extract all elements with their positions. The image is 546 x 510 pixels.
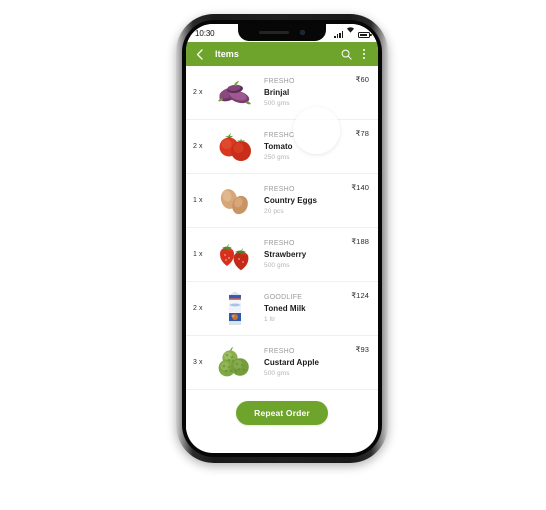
item-quantity: 2 x	[193, 89, 203, 96]
search-icon[interactable]	[339, 47, 353, 61]
item-name: Custard Apple	[264, 357, 320, 367]
more-vertical-icon[interactable]	[358, 47, 370, 61]
phone-screen: 10:30 Items 2 x FRESHO Brinjal 500 gms ₹…	[186, 24, 378, 453]
item-name: Toned Milk	[264, 303, 306, 313]
item-info: FRESHO Brinjal 500 gms	[257, 77, 356, 109]
device-notch	[238, 24, 326, 41]
item-info: FRESHO Custard Apple 500 gms	[257, 347, 356, 379]
cellular-signal-icon	[334, 31, 343, 38]
item-name: Strawberry	[264, 249, 307, 259]
item-brand: GOODLIFE	[264, 293, 303, 301]
repeat-order-button[interactable]: Repeat Order	[236, 401, 328, 425]
front-camera-icon	[300, 30, 305, 35]
item-quantity: 2 x	[193, 305, 203, 312]
item-info: FRESHO Country Eggs 20 pcs	[257, 185, 351, 217]
footer-area: Repeat Order	[186, 390, 378, 431]
item-price: ₹60	[355, 75, 369, 84]
item-unit: 20 pcs	[264, 207, 284, 215]
item-price: ₹93	[355, 345, 369, 354]
item-quantity: 1 x	[193, 251, 203, 258]
list-item[interactable]: 3 x FRESHO Custard Apple 500 gms ₹93	[186, 336, 378, 390]
list-item[interactable]: 1 x FRESHO Country Eggs 20 pcs ₹140	[186, 174, 378, 228]
list-item[interactable]: 2 x FRESHO Tomato 250 gms ₹78	[186, 120, 378, 174]
item-unit: 500 gms	[264, 369, 290, 377]
eggs-image	[213, 179, 257, 223]
list-item[interactable]: 2 x GOODLIFE Toned Milk 1 ltr ₹124	[186, 282, 378, 336]
item-unit: 1 ltr	[264, 315, 276, 323]
item-info: FRESHO Strawberry 500 gms	[257, 239, 351, 271]
item-unit: 500 gms	[264, 261, 290, 269]
milk-carton-image	[213, 287, 257, 331]
item-quantity: 3 x	[193, 359, 203, 366]
item-price: ₹78	[355, 129, 369, 138]
item-price: ₹188	[351, 237, 369, 246]
item-quantity: 1 x	[193, 197, 203, 204]
item-info: GOODLIFE Toned Milk 1 ltr	[257, 293, 351, 325]
battery-icon	[358, 31, 372, 38]
wifi-icon	[346, 24, 355, 38]
status-bar-time: 10:30	[195, 28, 215, 38]
list-item[interactable]: 2 x FRESHO Brinjal 500 gms ₹60	[186, 66, 378, 120]
strawberry-image	[213, 233, 257, 277]
back-chevron-icon[interactable]	[193, 48, 206, 61]
status-bar-icons	[334, 26, 372, 38]
item-name: Brinjal	[264, 87, 290, 97]
item-unit: 250 gms	[264, 153, 290, 161]
item-name: Tomato	[264, 141, 293, 151]
app-bar: Items	[186, 42, 378, 66]
custard-apple-image	[213, 341, 257, 385]
list-item[interactable]: 1 x FRESHO Strawberry 500 gms ₹188	[186, 228, 378, 282]
item-name: Country Eggs	[264, 195, 318, 205]
item-brand: FRESHO	[264, 185, 295, 193]
phone-device-frame: 10:30 Items 2 x FRESHO Brinjal 500 gms ₹…	[176, 14, 388, 463]
item-price: ₹140	[351, 183, 369, 192]
page-title: Items	[215, 49, 240, 59]
item-price: ₹124	[351, 291, 369, 300]
speaker-grille-icon	[259, 31, 289, 34]
item-brand: FRESHO	[264, 347, 295, 355]
item-info: FRESHO Tomato 250 gms	[257, 131, 356, 163]
item-brand: FRESHO	[264, 77, 295, 85]
item-unit: 500 gms	[264, 99, 290, 107]
items-list: 2 x FRESHO Brinjal 500 gms ₹60 2 x FRESH…	[186, 66, 378, 390]
item-brand: FRESHO	[264, 131, 295, 139]
item-brand: FRESHO	[264, 239, 295, 247]
item-quantity: 2 x	[193, 143, 203, 150]
brinjal-image	[213, 71, 257, 115]
tomato-image	[213, 125, 257, 169]
